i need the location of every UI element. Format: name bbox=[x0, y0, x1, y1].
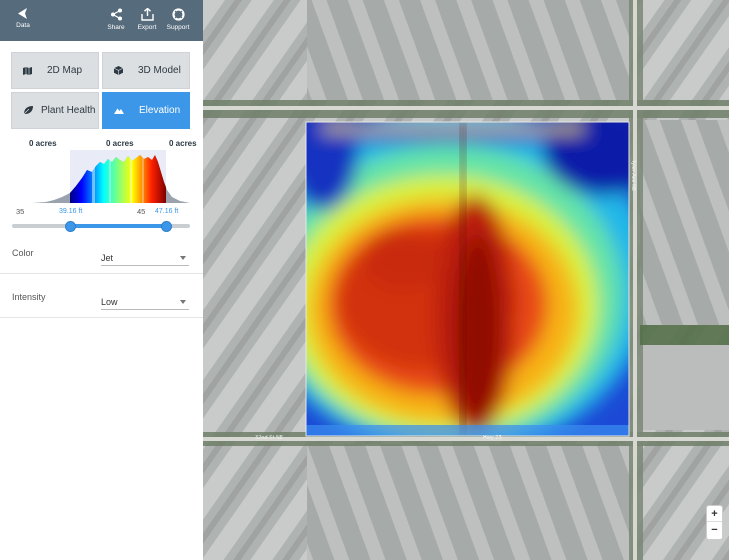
axis-tick-max: 45 bbox=[137, 207, 146, 216]
export-button[interactable]: Export bbox=[133, 0, 161, 41]
chevron-down-icon bbox=[180, 256, 186, 260]
range-high-value: 47.16 ft bbox=[155, 208, 179, 215]
cube-icon bbox=[114, 66, 123, 75]
acres-above-label: 0 acres bbox=[169, 139, 197, 148]
color-label: Color bbox=[12, 248, 34, 258]
map-icon bbox=[23, 66, 32, 75]
back-arrow-icon bbox=[18, 8, 27, 19]
tab-label: 2D Map bbox=[47, 65, 83, 76]
slider-low-handle[interactable] bbox=[65, 221, 76, 232]
mountain-icon bbox=[114, 108, 124, 114]
color-select-value: Jet bbox=[101, 253, 114, 263]
back-button[interactable]: Data bbox=[9, 0, 37, 41]
share-icon bbox=[110, 8, 122, 21]
export-label: Export bbox=[137, 24, 157, 31]
export-icon bbox=[140, 8, 154, 21]
share-button[interactable]: Share bbox=[104, 0, 128, 41]
intensity-label: Intensity bbox=[12, 292, 46, 302]
divider bbox=[0, 317, 203, 318]
road-label-west: 32nd St NE bbox=[255, 435, 283, 441]
acres-in-range-label: 0 acres bbox=[106, 139, 134, 148]
tab-2d-map[interactable]: 2D Map bbox=[11, 52, 99, 89]
top-toolbar: Data Share Export Support bbox=[0, 0, 203, 41]
road-label-south: Hwy 23 bbox=[483, 435, 502, 441]
color-select[interactable]: Jet bbox=[101, 250, 189, 266]
range-low-value: 39.16 ft bbox=[59, 208, 83, 215]
tab-label: 3D Model bbox=[138, 65, 181, 76]
intensity-select-value: Low bbox=[101, 297, 118, 307]
axis-tick-min: 35 bbox=[16, 207, 25, 216]
slider-range-fill bbox=[70, 224, 166, 228]
leaf-icon bbox=[23, 106, 33, 115]
back-label: Data bbox=[16, 22, 30, 29]
tab-label: Elevation bbox=[139, 105, 181, 116]
side-panel: Data Share Export Support 2D Map 3D Mode… bbox=[0, 0, 203, 560]
satellite-map bbox=[203, 0, 729, 560]
divider bbox=[0, 273, 203, 274]
support-button[interactable]: Support bbox=[164, 0, 192, 41]
support-label: Support bbox=[166, 24, 190, 31]
lifebuoy-icon bbox=[171, 8, 185, 21]
road-label-east: Tyler Ave NE bbox=[630, 160, 636, 191]
zoom-out-button[interactable]: − bbox=[707, 522, 722, 538]
zoom-in-button[interactable]: + bbox=[707, 506, 722, 522]
tab-label: Plant Health bbox=[41, 105, 96, 116]
intensity-select[interactable]: Low bbox=[101, 294, 189, 310]
share-label: Share bbox=[107, 24, 125, 31]
chevron-down-icon bbox=[180, 300, 186, 304]
map-canvas[interactable]: 32nd St NE Hwy 23 Tyler Ave NE bbox=[203, 0, 729, 560]
slider-high-handle[interactable] bbox=[161, 221, 172, 232]
tab-3d-model[interactable]: 3D Model bbox=[102, 52, 190, 89]
acres-below-label: 0 acres bbox=[29, 139, 57, 148]
tab-plant-health[interactable]: Plant Health bbox=[11, 92, 99, 129]
zoom-controls: + − bbox=[706, 505, 723, 540]
tab-elevation[interactable]: Elevation bbox=[102, 92, 190, 129]
elevation-histogram bbox=[12, 150, 190, 203]
view-tabs: 2D Map 3D Model Plant Health Elevation bbox=[11, 52, 191, 130]
